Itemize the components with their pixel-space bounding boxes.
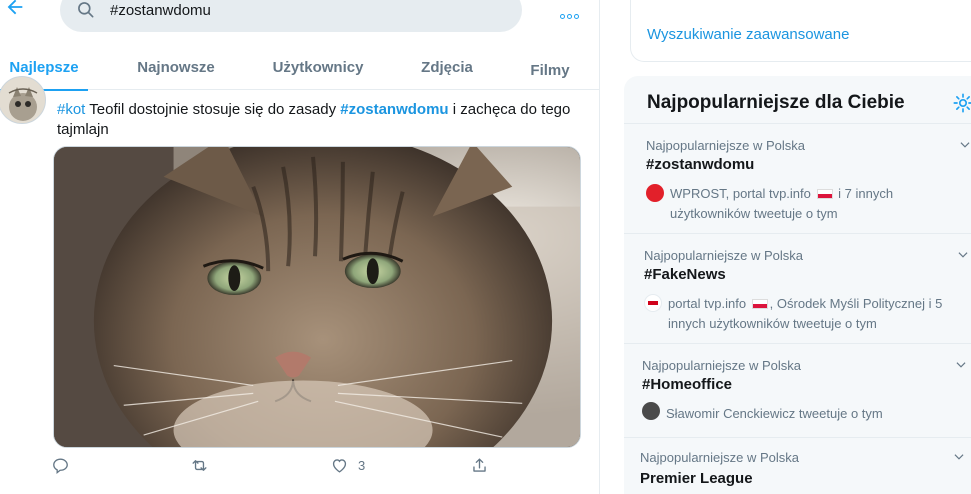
like-count: 3 [358, 457, 366, 473]
hashtag-link[interactable]: #kot [57, 101, 85, 118]
search-icon [76, 0, 96, 20]
trend-name: Premier League [640, 470, 753, 487]
wprost-logo-icon [646, 184, 664, 202]
trend-item[interactable]: Najpopularniejsze w Polska #zostanwdomu … [624, 124, 971, 234]
user-avatar-icon [642, 402, 660, 420]
reply-icon[interactable] [51, 452, 70, 478]
trend-description: portal tvp.info , Ośrodek Myśli Politycz… [668, 296, 943, 331]
back-arrow-icon[interactable] [4, 0, 28, 16]
chevron-down-icon[interactable] [956, 248, 970, 262]
trend-name: #Homeoffice [642, 376, 733, 393]
tweet-text: #kot Teofil dostojnie stosuje się do zas… [57, 100, 577, 140]
search-input[interactable] [110, 0, 490, 21]
trend-item[interactable]: Najpopularniejsze w Polska #Homeoffice S… [624, 344, 971, 438]
like-button[interactable]: 3 [330, 452, 365, 478]
tab-zdjecia[interactable]: Zdjęcia [414, 44, 480, 90]
tvp-logo-icon [644, 294, 662, 312]
tweet-actions: 3 [0, 452, 599, 482]
trend-name: #zostanwdomu [646, 156, 755, 173]
tweet-image[interactable] [53, 146, 581, 448]
sidebar: Wyszukiwanie zaawansowane Najpopularniej… [610, 0, 971, 494]
trends-title: Najpopularniejsze dla Ciebie [647, 92, 905, 113]
trend-meta: Najpopularniejsze w Polska [642, 358, 801, 373]
chevron-down-icon[interactable] [954, 358, 968, 372]
tweet[interactable]: #kot Teofil dostojnie stosuje się do zas… [0, 76, 599, 494]
tweet-text-part: Teofil dostojnie stosuje się do zasady [85, 101, 341, 118]
trends-panel: Najpopularniejsze dla Ciebie Najpopularn… [624, 76, 971, 494]
trends-header: Najpopularniejsze dla Ciebie [624, 76, 971, 124]
hashtag-link[interactable]: #zostanwdomu [340, 101, 448, 118]
trend-item[interactable]: Najpopularniejsze w Polska Premier Leagu… [624, 438, 971, 494]
search-box[interactable] [60, 0, 522, 32]
avatar[interactable] [0, 76, 46, 124]
settings-gear-icon[interactable] [952, 92, 971, 114]
tab-filmy[interactable]: Filmy [520, 47, 580, 93]
trend-meta: Najpopularniejsze w Polska [646, 138, 805, 153]
main-column: Najlepsze Najnowsze Użytkownicy Zdjęcia … [0, 0, 600, 494]
chevron-down-icon[interactable] [958, 138, 971, 152]
heart-icon [332, 458, 347, 473]
trend-meta: Najpopularniejsze w Polska [640, 450, 799, 465]
more-options-icon[interactable] [556, 6, 582, 26]
trend-description: WPROST, portal tvp.info i 7 innych użytk… [670, 186, 894, 221]
trend-item[interactable]: Najpopularniejsze w Polska #FakeNews por… [624, 234, 971, 344]
tab-uzytkownicy[interactable]: Użytkownicy [262, 44, 374, 90]
poland-flag-icon [816, 189, 833, 199]
trend-meta: Najpopularniejsze w Polska [644, 248, 803, 263]
trend-description: Sławomir Cenckiewicz tweetuje o tym [666, 406, 883, 421]
chevron-down-icon[interactable] [952, 450, 966, 464]
retweet-icon[interactable] [190, 452, 209, 478]
poland-flag-icon [751, 299, 768, 309]
search-tabs: Najlepsze Najnowsze Użytkownicy Zdjęcia … [0, 44, 599, 93]
trend-name: #FakeNews [644, 266, 726, 283]
advanced-search-link[interactable]: Wyszukiwanie zaawansowane [647, 26, 849, 43]
tab-najnowsze[interactable]: Najnowsze [128, 44, 224, 90]
share-icon[interactable] [470, 452, 489, 478]
advanced-search-box: Wyszukiwanie zaawansowane [630, 0, 971, 62]
